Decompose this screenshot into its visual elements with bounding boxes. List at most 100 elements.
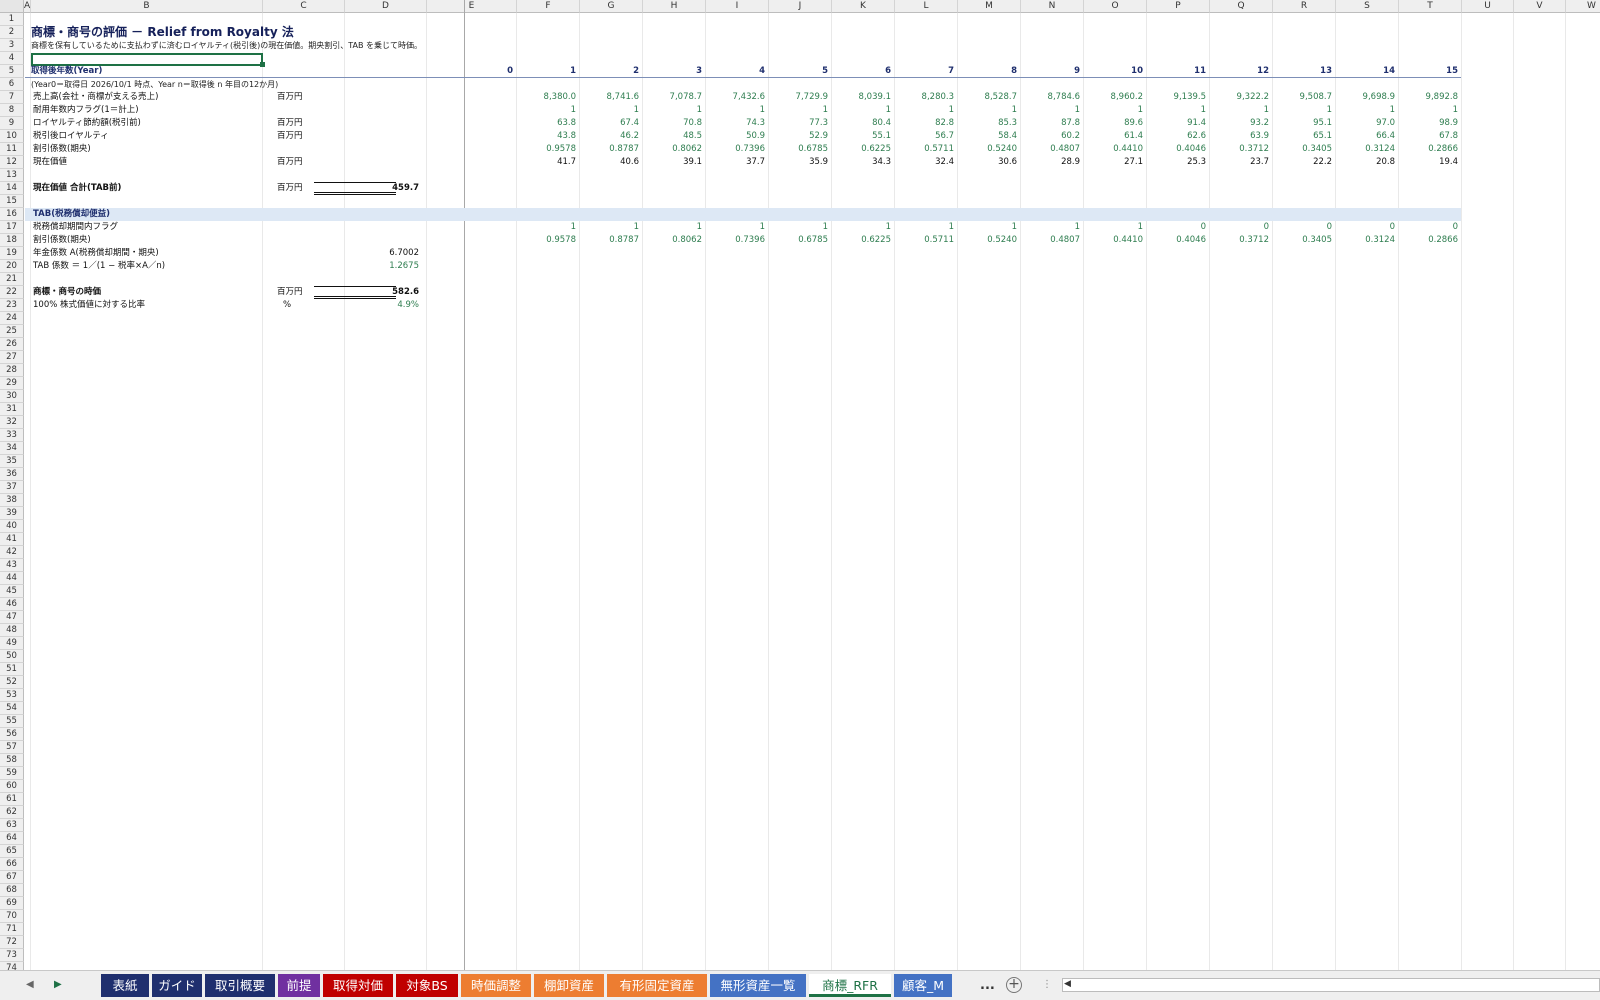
value-cell[interactable]: 1 [769, 104, 828, 117]
value-cell[interactable]: 20.8 [1336, 156, 1395, 169]
scroll-left-arrow-icon[interactable]: ◀ [1064, 979, 1071, 989]
column-header-j[interactable]: J [769, 0, 832, 13]
tab-value-cell[interactable]: 0.3124 [1336, 234, 1395, 247]
column-header-e[interactable]: E [427, 0, 517, 13]
column-header-a[interactable]: A [24, 0, 31, 13]
value-cell[interactable]: 67.8 [1399, 130, 1458, 143]
row-header-66[interactable]: 66 [0, 858, 24, 871]
value-cell[interactable]: 8,960.2 [1084, 91, 1143, 104]
value-cell[interactable]: 1 [958, 104, 1017, 117]
row-header-47[interactable]: 47 [0, 611, 24, 624]
row-header-67[interactable]: 67 [0, 871, 24, 884]
value-cell[interactable]: 97.0 [1336, 117, 1395, 130]
row-header-68[interactable]: 68 [0, 884, 24, 897]
tab-scroll-left-icon[interactable]: ◀ [26, 979, 34, 990]
column-header-f[interactable]: F [517, 0, 580, 13]
value-cell[interactable]: 23.7 [1210, 156, 1269, 169]
value-cell[interactable]: 0.5240 [958, 143, 1017, 156]
value-cell[interactable]: 22.2 [1273, 156, 1332, 169]
row-header-54[interactable]: 54 [0, 702, 24, 715]
annuity-value[interactable]: 6.7002 [349, 247, 419, 260]
tab-value-cell[interactable]: 1 [580, 221, 639, 234]
row-header-39[interactable]: 39 [0, 507, 24, 520]
value-cell[interactable]: 89.6 [1084, 117, 1143, 130]
row-header-32[interactable]: 32 [0, 416, 24, 429]
row-header-3[interactable]: 3 [0, 39, 24, 52]
column-header-c[interactable]: C [263, 0, 345, 13]
value-cell[interactable]: 98.9 [1399, 117, 1458, 130]
value-cell[interactable]: 87.8 [1021, 117, 1080, 130]
year-12[interactable]: 12 [1210, 65, 1269, 78]
row-header-61[interactable]: 61 [0, 793, 24, 806]
column-header-n[interactable]: N [1021, 0, 1084, 13]
year-5[interactable]: 5 [769, 65, 828, 78]
value-cell[interactable]: 61.4 [1084, 130, 1143, 143]
year-7[interactable]: 7 [895, 65, 954, 78]
value-cell[interactable]: 9,892.8 [1399, 91, 1458, 104]
value-cell[interactable]: 70.8 [643, 117, 702, 130]
value-cell[interactable]: 93.2 [1210, 117, 1269, 130]
tab-value-cell[interactable]: 0.5240 [958, 234, 1017, 247]
spreadsheet-grid[interactable]: ABCDEFGHIJKLMNOPQRSTUVW 1 2 3 4 5 6 7 8 9 10 11 12 1… [0, 0, 1600, 970]
value-cell[interactable]: 9,139.5 [1147, 91, 1206, 104]
value-cell[interactable]: 19.4 [1399, 156, 1458, 169]
row-header-23[interactable]: 23 [0, 299, 24, 312]
value-cell[interactable]: 50.9 [706, 130, 765, 143]
sheet-tab[interactable]: 取得対価 [323, 974, 393, 997]
value-cell[interactable]: 0.7396 [706, 143, 765, 156]
tab-scroll-right-icon[interactable]: ▶ [54, 979, 62, 990]
column-header-m[interactable]: M [958, 0, 1021, 13]
value-cell[interactable]: 56.7 [895, 130, 954, 143]
value-cell[interactable]: 65.1 [1273, 130, 1332, 143]
row-header-27[interactable]: 27 [0, 351, 24, 364]
value-cell[interactable]: 62.6 [1147, 130, 1206, 143]
row-header-18[interactable]: 18 [0, 234, 24, 247]
row-header-30[interactable]: 30 [0, 390, 24, 403]
tabbar-splitter-icon[interactable]: ⋮ [1042, 979, 1052, 990]
tab-value-cell[interactable]: 0.9578 [517, 234, 576, 247]
year-6[interactable]: 6 [832, 65, 891, 78]
tab-value-cell[interactable]: 0.5711 [895, 234, 954, 247]
row-header-56[interactable]: 56 [0, 728, 24, 741]
value-cell[interactable]: 8,528.7 [958, 91, 1017, 104]
row-header-34[interactable]: 34 [0, 442, 24, 455]
row-header-38[interactable]: 38 [0, 494, 24, 507]
value-cell[interactable]: 80.4 [832, 117, 891, 130]
row-header-46[interactable]: 46 [0, 598, 24, 611]
row-header-19[interactable]: 19 [0, 247, 24, 260]
value-cell[interactable]: 1 [1336, 104, 1395, 117]
sheet-tab[interactable]: 表紙 [101, 974, 149, 997]
tab-value-cell[interactable]: 1 [1084, 221, 1143, 234]
row-header-40[interactable]: 40 [0, 520, 24, 533]
row-header-45[interactable]: 45 [0, 585, 24, 598]
sheet-tab[interactable]: 取引概要 [205, 974, 275, 997]
horizontal-scrollbar[interactable] [1062, 978, 1600, 992]
row-header-73[interactable]: 73 [0, 949, 24, 962]
year-2[interactable]: 2 [580, 65, 639, 78]
row-header-6[interactable]: 6 [0, 78, 24, 91]
tab-value-cell[interactable]: 0 [1273, 221, 1332, 234]
row-header-31[interactable]: 31 [0, 403, 24, 416]
year-8[interactable]: 8 [958, 65, 1017, 78]
sheet-tab[interactable]: 時価調整 [461, 974, 531, 997]
tab-value-cell[interactable]: 0.3405 [1273, 234, 1332, 247]
row-header-33[interactable]: 33 [0, 429, 24, 442]
row-header-44[interactable]: 44 [0, 572, 24, 585]
sheet-tab[interactable]: 有形固定資産 [607, 974, 707, 997]
row-header-52[interactable]: 52 [0, 676, 24, 689]
value-cell[interactable]: 1 [1147, 104, 1206, 117]
tab-value-cell[interactable]: 0.7396 [706, 234, 765, 247]
pv-total-value[interactable]: 459.7 [349, 182, 419, 195]
column-header-s[interactable]: S [1336, 0, 1399, 13]
value-cell[interactable]: 0.6225 [832, 143, 891, 156]
row-header-62[interactable]: 62 [0, 806, 24, 819]
column-header-b[interactable]: B [31, 0, 263, 13]
tab-value-cell[interactable]: 1 [958, 221, 1017, 234]
row-header-50[interactable]: 50 [0, 650, 24, 663]
value-cell[interactable]: 28.9 [1021, 156, 1080, 169]
value-cell[interactable]: 0.4046 [1147, 143, 1206, 156]
fair-value-value[interactable]: 582.6 [349, 286, 419, 299]
year-0[interactable]: 0 [427, 65, 513, 78]
row-header-12[interactable]: 12 [0, 156, 24, 169]
value-cell[interactable]: 1 [1084, 104, 1143, 117]
